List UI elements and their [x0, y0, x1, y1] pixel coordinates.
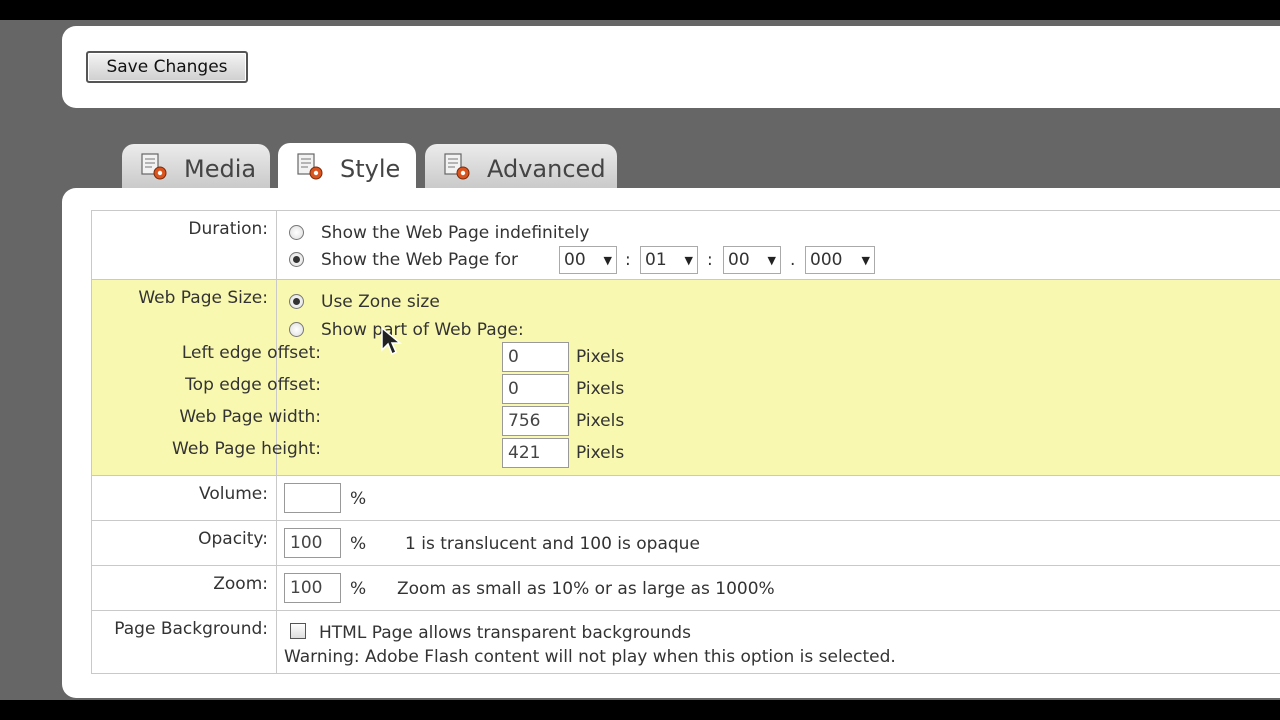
duration-options: Show the Web Page indefinitely Show the …: [277, 211, 1280, 279]
zoom-input[interactable]: [284, 573, 341, 603]
duration-label: Duration:: [91, 211, 277, 279]
document-gear-icon: [296, 152, 328, 182]
transparent-background-label: HTML Page allows transparent backgrounds: [319, 623, 691, 643]
opacity-controls: % 1 is translucent and 100 is opaque: [277, 521, 1280, 565]
document-gear-icon: [140, 152, 172, 182]
document-gear-icon: [443, 152, 475, 182]
left-offset-unit: Pixels: [576, 347, 625, 367]
height-label: Web Page height:: [172, 439, 321, 459]
save-changes-button[interactable]: Save Changes: [86, 51, 248, 83]
volume-row: Volume: %: [91, 476, 1280, 521]
show-part-radio[interactable]: [289, 322, 304, 337]
use-zone-size-label: Use Zone size: [321, 292, 440, 312]
width-label: Web Page width:: [179, 407, 321, 427]
zoom-label: Zoom:: [91, 566, 277, 610]
chevron-down-icon: ▼: [861, 253, 870, 267]
zoom-unit: %: [350, 579, 367, 599]
page-background-row: Page Background: HTML Page allows transp…: [91, 611, 1280, 674]
duration-seconds-value: 00: [728, 250, 750, 270]
duration-dot: .: [790, 250, 796, 270]
duration-indefinite-label: Show the Web Page indefinitely: [321, 223, 590, 243]
flash-warning-text: Warning: Adobe Flash content will not pl…: [284, 647, 896, 667]
duration-milliseconds-select[interactable]: 000 ▼: [805, 246, 875, 274]
tab-advanced[interactable]: Advanced: [425, 144, 617, 190]
volume-controls: %: [277, 476, 1280, 520]
volume-label: Volume:: [91, 476, 277, 520]
duration-for-label: Show the Web Page for: [321, 250, 518, 270]
duration-milliseconds-value: 000: [810, 250, 843, 270]
zoom-hint: Zoom as small as 10% or as large as 1000…: [397, 579, 775, 599]
width-input[interactable]: [502, 406, 569, 436]
opacity-hint: 1 is translucent and 100 is opaque: [405, 534, 700, 554]
duration-minutes-select[interactable]: 01 ▼: [640, 246, 698, 274]
volume-input[interactable]: [284, 483, 341, 513]
volume-unit: %: [350, 489, 367, 509]
opacity-unit: %: [350, 534, 367, 554]
top-offset-label: Top edge offset:: [185, 375, 321, 395]
top-offset-unit: Pixels: [576, 379, 625, 399]
tab-advanced-label: Advanced: [487, 155, 606, 183]
width-unit: Pixels: [576, 411, 625, 431]
duration-row: Duration: Show the Web Page indefinitely…: [91, 211, 1280, 280]
chevron-down-icon: ▼: [767, 253, 776, 267]
page-background-controls: HTML Page allows transparent backgrounds…: [277, 611, 1280, 673]
web-page-size-row: Web Page Size: Use Zone size Show part o…: [91, 280, 1280, 476]
mouse-cursor-icon: [380, 326, 403, 360]
settings-table: Duration: Show the Web Page indefinitely…: [91, 210, 1280, 674]
top-offset-input[interactable]: [502, 374, 569, 404]
chevron-down-icon: ▼: [603, 253, 612, 267]
opacity-label: Opacity:: [91, 521, 277, 565]
left-offset-input[interactable]: [502, 342, 569, 372]
opacity-row: Opacity: % 1 is translucent and 100 is o…: [91, 521, 1280, 566]
style-settings-panel: Duration: Show the Web Page indefinitely…: [62, 188, 1280, 698]
tab-media-label: Media: [184, 155, 257, 183]
tab-style-label: Style: [340, 155, 401, 183]
duration-colon-1: :: [625, 250, 631, 270]
opacity-input[interactable]: [284, 528, 341, 558]
duration-colon-2: :: [707, 250, 713, 270]
zoom-controls: % Zoom as small as 10% or as large as 10…: [277, 566, 1280, 610]
duration-seconds-select[interactable]: 00 ▼: [723, 246, 781, 274]
show-part-label: Show part of Web Page:: [321, 320, 524, 340]
transparent-background-checkbox[interactable]: [290, 623, 306, 639]
tab-style[interactable]: Style: [278, 143, 416, 191]
duration-for-radio[interactable]: [289, 252, 304, 267]
page-background-label: Page Background:: [91, 611, 277, 673]
bottom-letterbox: [0, 700, 1280, 720]
duration-minutes-value: 01: [645, 250, 667, 270]
top-letterbox: [0, 0, 1280, 20]
height-unit: Pixels: [576, 443, 625, 463]
height-input[interactable]: [502, 438, 569, 468]
duration-hours-value: 00: [564, 250, 586, 270]
tab-media[interactable]: Media: [122, 144, 270, 190]
duration-hours-select[interactable]: 00 ▼: [559, 246, 617, 274]
left-offset-label: Left edge offset:: [181, 343, 321, 363]
toolbar-panel: Save Changes: [62, 26, 1280, 108]
zoom-row: Zoom: % Zoom as small as 10% or as large…: [91, 566, 1280, 611]
chevron-down-icon: ▼: [684, 253, 693, 267]
web-page-size-options: Use Zone size Show part of Web Page: Lef…: [172, 280, 1280, 475]
use-zone-size-radio[interactable]: [289, 294, 304, 309]
duration-indefinite-radio[interactable]: [289, 225, 304, 240]
